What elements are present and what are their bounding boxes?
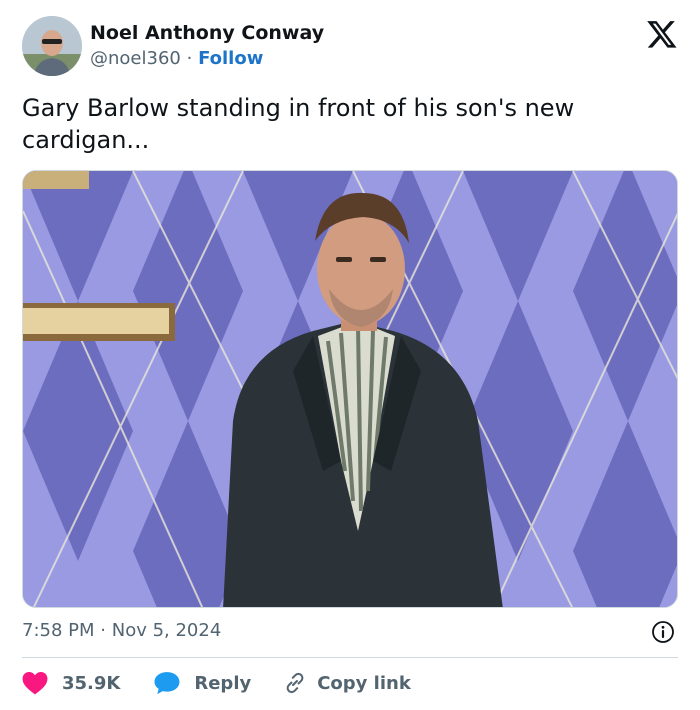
copy-link-label: Copy link bbox=[317, 672, 411, 694]
follow-button[interactable]: Follow bbox=[198, 48, 263, 69]
author-handle-row: @noel360 · Follow bbox=[90, 48, 263, 69]
divider bbox=[22, 657, 678, 658]
tweet-text: Gary Barlow standing in front of his son… bbox=[22, 94, 575, 154]
handle-separator: · bbox=[186, 48, 193, 69]
like-button[interactable]: 35.9K bbox=[22, 671, 120, 695]
x-logo-icon[interactable] bbox=[646, 18, 678, 50]
author-name[interactable]: Noel Anthony Conway bbox=[90, 22, 324, 44]
reply-bubble-icon bbox=[154, 672, 180, 695]
timestamp-separator: · bbox=[100, 620, 106, 641]
photo-image bbox=[23, 171, 677, 607]
tweet-date: Nov 5, 2024 bbox=[111, 620, 222, 641]
avatar[interactable] bbox=[22, 16, 82, 76]
tweet-card: Noel Anthony Conway @noel360 · Follow Ga… bbox=[0, 0, 700, 710]
heart-icon bbox=[22, 671, 48, 695]
reply-button[interactable]: Reply bbox=[154, 671, 251, 695]
tweet-time: 7:58 PM bbox=[22, 620, 95, 641]
link-icon bbox=[286, 672, 304, 694]
author-handle[interactable]: @noel360 bbox=[90, 48, 181, 69]
avatar-image bbox=[22, 16, 82, 76]
copy-link-button[interactable]: Copy link bbox=[283, 671, 411, 695]
info-icon[interactable] bbox=[651, 620, 675, 644]
reply-label: Reply bbox=[194, 672, 252, 694]
tweet-photo[interactable] bbox=[22, 170, 678, 608]
like-count: 35.9K bbox=[62, 672, 121, 694]
tweet-timestamp[interactable]: 7:58 PM · Nov 5, 2024 bbox=[22, 620, 221, 641]
action-bar: 35.9K Reply Copy link bbox=[22, 668, 411, 698]
